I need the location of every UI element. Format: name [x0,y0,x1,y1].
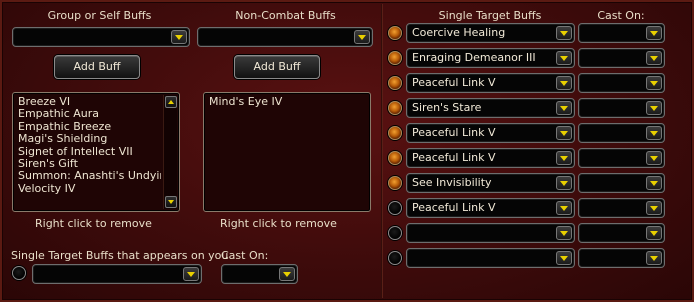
arrow-down-icon[interactable] [165,196,177,208]
single-self-label: Single Target Buffs that appears on you [11,249,229,262]
single-target-buff-select-6[interactable]: Peaceful Link V [406,148,575,168]
group-buff-list-item[interactable]: Magi's Shielding [18,133,161,145]
single-target-cast-on-select-7[interactable] [578,173,665,193]
chevron-down-icon[interactable] [556,226,572,240]
group-remove-hint: Right click to remove [35,217,152,230]
chevron-down-icon[interactable] [646,76,662,90]
noncombat-add-buff-button[interactable]: Add Buff [234,55,320,79]
single-target-buff-value: Enraging Demeanor III [412,51,536,64]
single-target-buff-value: Peaceful Link V [412,76,496,89]
group-buff-select[interactable] [12,27,190,47]
chevron-down-icon[interactable] [646,126,662,140]
chevron-down-icon[interactable] [646,26,662,40]
chevron-down-icon[interactable] [556,126,572,140]
chevron-down-icon[interactable] [556,251,572,265]
single-target-radio-2[interactable] [388,51,402,65]
single-target-buff-select-10[interactable] [406,248,575,268]
chevron-down-icon[interactable] [279,267,295,281]
group-buffs-list[interactable]: Breeze VI Empathic Aura Empathic Breeze Mag… [12,92,180,212]
single-target-buff-select-7[interactable]: See Invisibility [406,173,575,193]
single-target-buff-value: See Invisibility [412,176,492,189]
single-target-buff-select-3[interactable]: Peaceful Link V [406,73,575,93]
chevron-down-icon[interactable] [183,267,199,281]
single-target-radio-1[interactable] [388,26,402,40]
single-target-buff-value: Peaceful Link V [412,126,496,139]
chevron-down-icon[interactable] [556,176,572,190]
single-target-cast-on-select-1[interactable] [578,23,665,43]
single-target-radio-6[interactable] [388,151,402,165]
chevron-down-icon[interactable] [646,176,662,190]
single-target-buff-select-1[interactable]: Coercive Healing [406,23,575,43]
chevron-down-icon[interactable] [171,30,187,44]
single-target-cast-on-select-4[interactable] [578,98,665,118]
group-buff-list-item[interactable]: Breeze VI [18,96,161,108]
group-buff-list-item[interactable]: Empathic Breeze [18,121,161,133]
single-target-cast-on-select-8[interactable] [578,198,665,218]
group-add-buff-button[interactable]: Add Buff [54,55,140,79]
single-target-cast-on-select-2[interactable] [578,48,665,68]
single-target-buff-value: Siren's Stare [412,101,482,114]
single-target-radio-8[interactable] [388,201,402,215]
single-target-buff-select-9[interactable] [406,223,575,243]
chevron-down-icon[interactable] [556,151,572,165]
group-list-scrollbar[interactable] [163,95,177,209]
chevron-down-icon[interactable] [646,251,662,265]
single-target-buff-select-4[interactable]: Siren's Stare [406,98,575,118]
single-target-radio-10[interactable] [388,251,402,265]
single-target-buff-select-2[interactable]: Enraging Demeanor III [406,48,575,68]
single-target-radio-7[interactable] [388,176,402,190]
cast-on-header: Cast On: [597,9,645,22]
noncombat-remove-hint: Right click to remove [220,217,337,230]
single-self-radio[interactable] [12,266,26,280]
single-self-buff-select[interactable] [32,264,202,284]
noncombat-buff-list-item[interactable]: Mind's Eye IV [209,96,352,108]
single-self-cast-on-select[interactable] [221,264,298,284]
chevron-down-icon[interactable] [556,51,572,65]
single-self-cast-on-label: Cast On: [221,249,269,262]
chevron-down-icon[interactable] [646,201,662,215]
single-target-buff-value: Peaceful Link V [412,201,496,214]
single-target-buff-select-8[interactable]: Peaceful Link V [406,198,575,218]
noncombat-buffs-list[interactable]: Mind's Eye IV [203,92,371,212]
group-buff-list-item[interactable]: Summon: Anashti's Undying [18,170,161,182]
single-target-radio-3[interactable] [388,76,402,90]
single-target-cast-on-select-3[interactable] [578,73,665,93]
chevron-down-icon[interactable] [556,201,572,215]
single-target-cast-on-select-10[interactable] [578,248,665,268]
group-buffs-header: Group or Self Buffs [47,9,152,22]
chevron-down-icon[interactable] [556,101,572,115]
noncombat-buff-select[interactable] [197,27,373,47]
group-buff-list-item[interactable]: Signet of Intellect VII [18,146,161,158]
arrow-up-icon[interactable] [165,96,177,108]
chevron-down-icon[interactable] [354,30,370,44]
single-target-cast-on-select-6[interactable] [578,148,665,168]
panel-divider [381,4,383,298]
chevron-down-icon[interactable] [646,51,662,65]
group-buff-list-item[interactable]: Velocity IV [18,183,161,195]
single-target-radio-4[interactable] [388,101,402,115]
single-target-cast-on-select-9[interactable] [578,223,665,243]
group-buff-list-item[interactable]: Empathic Aura [18,108,161,120]
single-target-header: Single Target Buffs [438,9,542,22]
single-target-radio-9[interactable] [388,226,402,240]
single-target-radio-5[interactable] [388,126,402,140]
single-target-buff-select-5[interactable]: Peaceful Link V [406,123,575,143]
single-target-buff-value: Coercive Healing [412,26,506,39]
chevron-down-icon[interactable] [646,101,662,115]
single-target-cast-on-select-5[interactable] [578,123,665,143]
noncombat-buffs-header: Non-Combat Buffs [235,9,336,22]
chevron-down-icon[interactable] [646,226,662,240]
chevron-down-icon[interactable] [556,26,572,40]
chevron-down-icon[interactable] [646,151,662,165]
group-buff-list-item[interactable]: Siren's Gift [18,158,161,170]
single-target-buff-value: Peaceful Link V [412,151,496,164]
chevron-down-icon[interactable] [556,76,572,90]
